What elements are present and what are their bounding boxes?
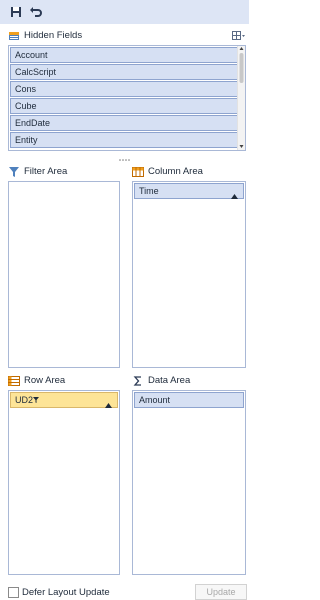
layout-options-icon[interactable] (232, 30, 246, 42)
defer-layout-label: Defer Layout Update (22, 587, 110, 598)
hidden-fields-scrollbar[interactable] (237, 46, 245, 150)
field-item-account[interactable]: Account (10, 47, 238, 63)
hidden-fields-title: Hidden Fields (24, 30, 83, 41)
sort-ascending-icon[interactable] (231, 189, 238, 199)
hidden-fields-list[interactable]: Account CalcScript Cons Cube EndDate Ent… (8, 45, 246, 151)
field-item-cube[interactable]: Cube (10, 98, 238, 114)
column-field-label: Time (139, 186, 159, 196)
field-item-calcscript[interactable]: CalcScript (10, 64, 238, 80)
filter-area[interactable] (8, 181, 120, 368)
filter-applied-icon (33, 393, 39, 403)
data-area[interactable]: Amount (132, 390, 246, 575)
save-icon[interactable] (8, 4, 24, 20)
row-area[interactable]: UD2 (8, 390, 120, 575)
row-field-ud2[interactable]: UD2 (10, 392, 118, 408)
column-area-title: Column Area (148, 166, 203, 177)
row-field-label: UD2 (15, 395, 34, 405)
data-field-label: Amount (139, 395, 171, 405)
column-field-time[interactable]: Time (134, 183, 244, 199)
undo-icon[interactable] (28, 4, 44, 20)
update-button[interactable]: Update (195, 584, 247, 600)
sort-ascending-icon[interactable] (105, 398, 112, 408)
row-area-icon (8, 375, 20, 387)
field-item-enddate[interactable]: EndDate (10, 115, 238, 131)
data-field-amount[interactable]: Amount (134, 392, 244, 408)
data-area-title: Data Area (148, 375, 191, 386)
hidden-fields-icon (8, 30, 20, 42)
field-item-cons[interactable]: Cons (10, 81, 238, 97)
filter-area-title: Filter Area (24, 166, 68, 177)
splitter-grip[interactable] (118, 154, 131, 161)
column-area[interactable]: Time (132, 181, 246, 368)
hidden-fields-header: Hidden Fields (8, 28, 246, 44)
column-area-icon (132, 166, 144, 178)
field-item-entity[interactable]: Entity (10, 132, 238, 148)
filter-icon (8, 166, 20, 178)
defer-layout-checkbox[interactable] (8, 587, 19, 598)
row-area-title: Row Area (24, 375, 66, 386)
sigma-icon (132, 375, 144, 387)
toolbar (0, 0, 249, 24)
